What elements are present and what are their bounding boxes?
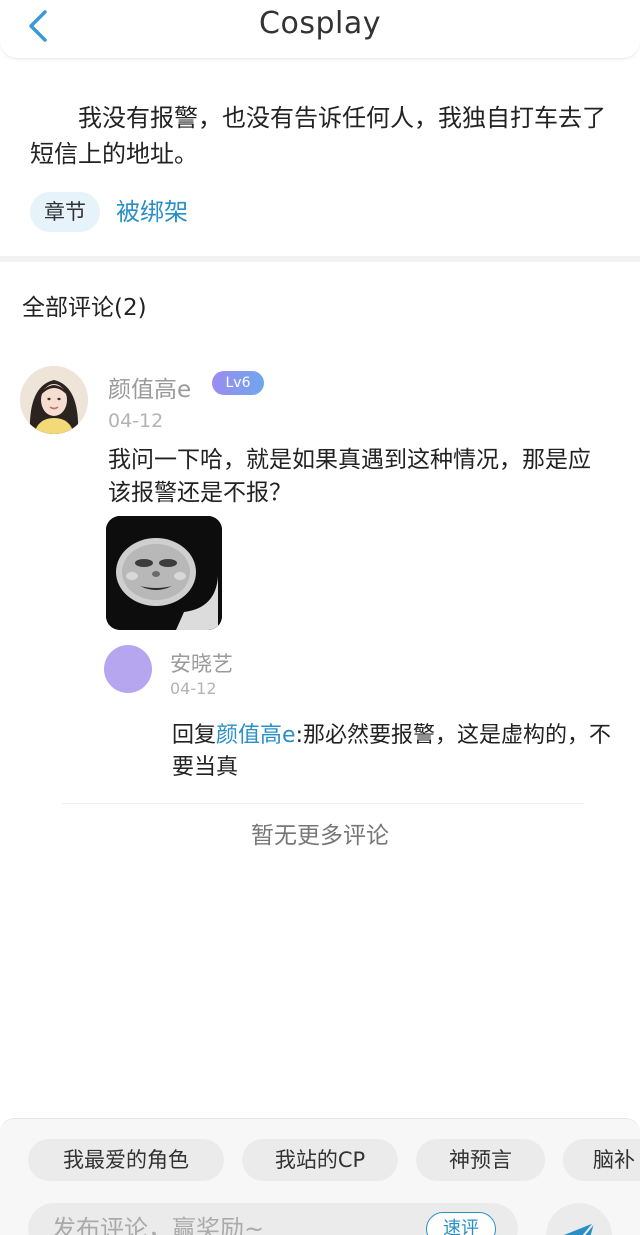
send-button[interactable] — [546, 1203, 612, 1235]
avatar[interactable] — [20, 366, 88, 434]
quick-chip-prophecy[interactable]: 神预言 — [416, 1139, 545, 1181]
user-avatar-image — [20, 366, 88, 434]
send-plane-icon — [564, 1222, 595, 1235]
meme-face-sticker — [106, 516, 222, 630]
comment-username[interactable]: 颜值高e — [108, 370, 191, 404]
level-badge: Lv6 — [212, 371, 264, 395]
reply-date: 04-12 — [170, 679, 217, 698]
chapter-tag: 章节 — [30, 192, 100, 232]
excerpt-text: 我没有报警，也没有告诉任何人，我独自打车去了短信上的地址。 — [30, 104, 606, 168]
page-title: Cosplay — [259, 6, 381, 41]
comment-text: 我问一下哈，就是如果真遇到这种情况，那是应该报警还是不报？ — [108, 447, 591, 506]
comments-heading: 全部评论(2) — [22, 295, 147, 321]
divider — [62, 803, 584, 804]
reply-username[interactable]: 安晓艺 — [170, 648, 233, 678]
quick-chip-cp[interactable]: 我站的CP — [242, 1139, 398, 1181]
reply-avatar[interactable] — [104, 645, 152, 693]
sticker-image[interactable] — [106, 516, 222, 630]
quick-chip-imagination[interactable]: 脑补 — [563, 1139, 640, 1181]
comment-date: 04-12 — [108, 410, 164, 432]
quick-chip-favorite-character[interactable]: 我最爱的角色 — [28, 1139, 224, 1181]
comment-bar: 我最爱的角色 我站的CP 神预言 脑补 发布评论，赢奖励~ 速评 — [0, 1118, 640, 1235]
section-divider — [0, 256, 640, 262]
chapter-excerpt: 我没有报警，也没有告诉任何人，我独自打车去了短信上的地址。 — [30, 100, 610, 172]
reply-prefix: 回复 — [172, 723, 217, 748]
no-more-comments: 暂无更多评论 — [251, 823, 389, 849]
reply-mention[interactable]: 颜值高e — [216, 723, 296, 748]
quick-review-button[interactable]: 速评 — [426, 1212, 496, 1235]
top-nav-bar: Cosplay — [0, 0, 640, 59]
chapter-link[interactable]: 被绑架 — [116, 196, 188, 228]
reply-text: 回复颜值高e:那必然要报警，这是虚构的，不要当真 — [172, 720, 622, 784]
